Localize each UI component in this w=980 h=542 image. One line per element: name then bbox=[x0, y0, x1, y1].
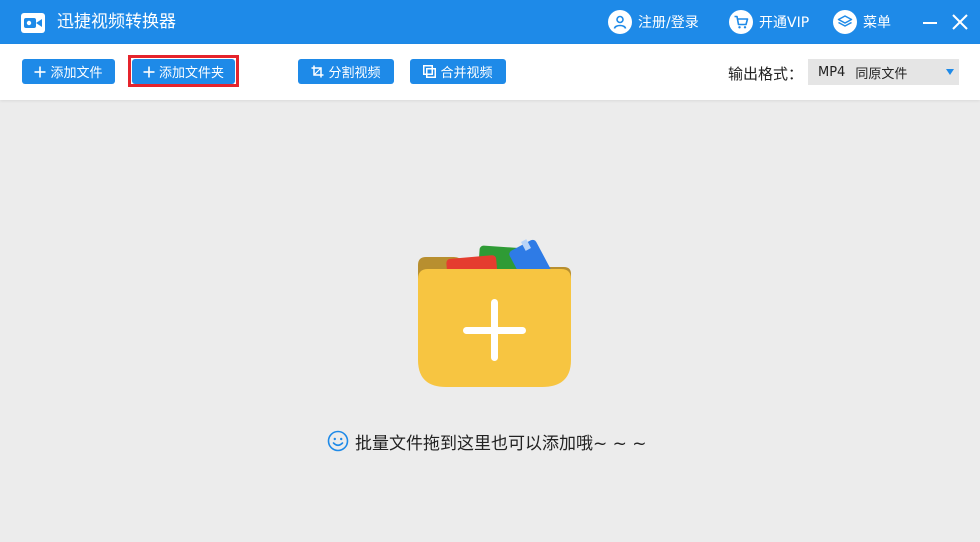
app-title: 迅捷视频转换器 bbox=[57, 12, 176, 32]
add-folder-button[interactable]: 添加文件夹 bbox=[132, 59, 235, 84]
drop-hint: 批量文件拖到这里也可以添加哦~ ~ ~ bbox=[327, 429, 647, 454]
file-drop-area[interactable]: 批量文件拖到这里也可以添加哦~ ~ ~ bbox=[0, 100, 980, 542]
minimize-icon[interactable] bbox=[920, 12, 940, 32]
split-video-button[interactable]: 分割视频 bbox=[298, 59, 394, 84]
chevron-down-icon bbox=[946, 69, 954, 75]
output-quality-value: 同原文件 bbox=[855, 66, 908, 82]
plus-icon bbox=[34, 66, 46, 78]
login-button[interactable]: 注册/登录 bbox=[608, 9, 699, 35]
add-folder-label: 添加文件夹 bbox=[158, 66, 224, 81]
menu-label: 菜单 bbox=[863, 15, 891, 31]
merge-video-label: 合并视频 bbox=[440, 66, 493, 81]
close-icon[interactable] bbox=[950, 12, 970, 32]
merge-icon bbox=[423, 65, 437, 78]
output-format-value: MP4 bbox=[818, 64, 846, 80]
user-icon bbox=[608, 10, 632, 34]
split-video-label: 分割视频 bbox=[328, 66, 381, 81]
cart-icon bbox=[729, 10, 753, 34]
crop-icon bbox=[311, 65, 324, 78]
drop-hint-text: 批量文件拖到这里也可以添加哦~ ~ ~ bbox=[355, 433, 647, 454]
menu-button[interactable]: 菜单 bbox=[833, 9, 891, 35]
toolbar: 添加文件 添加文件夹 分割视频 合并视频 输出格式： MP4 同原文件 bbox=[0, 44, 980, 100]
video-camera-icon bbox=[21, 13, 45, 33]
login-label: 注册/登录 bbox=[638, 15, 699, 31]
smile-icon bbox=[327, 430, 349, 452]
output-format-select[interactable]: MP4 同原文件 bbox=[808, 59, 959, 85]
plus-icon bbox=[143, 66, 155, 78]
folder-add-icon[interactable] bbox=[412, 235, 577, 390]
vip-label: 开通VIP bbox=[759, 15, 810, 31]
title-bar: 迅捷视频转换器 注册/登录 开通VIP 菜单 bbox=[0, 0, 980, 44]
vip-button[interactable]: 开通VIP bbox=[729, 9, 809, 35]
add-file-button[interactable]: 添加文件 bbox=[22, 59, 115, 84]
merge-video-button[interactable]: 合并视频 bbox=[410, 59, 506, 84]
add-file-label: 添加文件 bbox=[50, 66, 103, 81]
output-format-label: 输出格式： bbox=[728, 65, 804, 83]
layers-icon bbox=[833, 10, 857, 34]
